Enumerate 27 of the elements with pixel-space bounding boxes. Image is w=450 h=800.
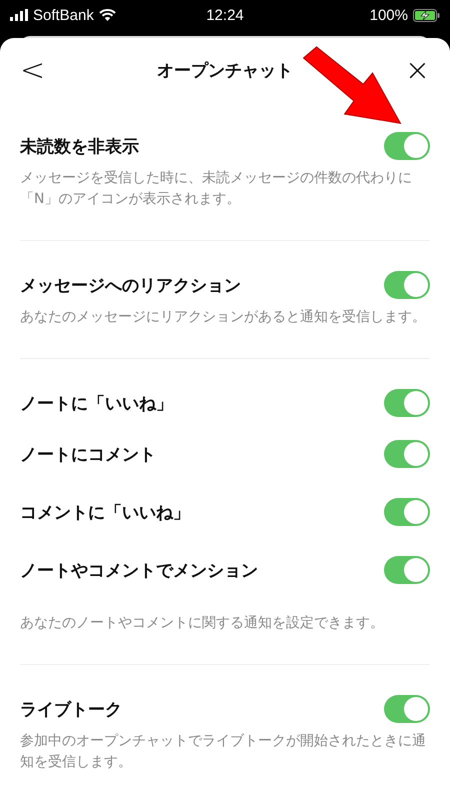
setting-label: メッセージへのリアクション: [20, 274, 241, 296]
battery-charging-icon: [412, 8, 440, 22]
close-button[interactable]: ×: [404, 52, 430, 88]
wifi-icon: [98, 9, 116, 21]
setting-label: ノートに「いいね」: [20, 392, 173, 414]
setting-description: あなたのノートやコメントに関する通知を設定できます。: [20, 614, 385, 633]
back-button[interactable]: <: [20, 52, 46, 88]
setting-label: 未読数を非表示: [20, 136, 139, 158]
toggle-switch[interactable]: [384, 440, 430, 468]
carrier-name: SoftBank: [33, 6, 94, 24]
clock-time: 12:24: [206, 6, 244, 24]
toggle-switch[interactable]: [384, 132, 430, 160]
setting-label: ノートにコメント: [20, 444, 156, 466]
screen-title: オープンチャット: [157, 60, 293, 82]
setting-description: あなたのメッセージにリアクションがあると通知を受信します。: [20, 308, 427, 327]
toggle-switch[interactable]: [384, 695, 430, 723]
setting-label: ライブトーク: [20, 698, 122, 720]
setting-description: メッセージを受信した時に、未読メッセージの件数の代わりに「N」のアイコンが表示されます。: [20, 169, 413, 209]
battery-percent: 100%: [370, 6, 408, 24]
signal-icon: [10, 9, 28, 21]
toggle-switch[interactable]: [384, 271, 430, 299]
setting-description: 参加中のオープンチャットでライブトークが開始されたときに通知を受信します。: [20, 732, 427, 772]
setting-label: コメントに「いいね」: [20, 502, 190, 524]
setting-label: ノートやコメントでメンション: [20, 560, 258, 582]
toggle-switch[interactable]: [384, 556, 430, 584]
toggle-switch[interactable]: [384, 389, 430, 417]
toggle-switch[interactable]: [384, 498, 430, 526]
